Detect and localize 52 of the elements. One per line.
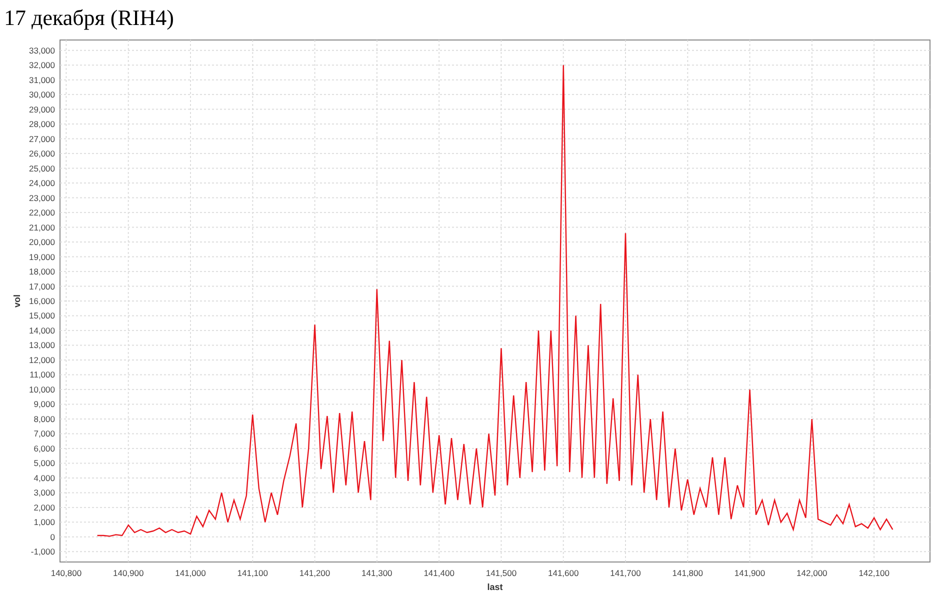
- y-tick-label: -1,000: [30, 546, 55, 557]
- y-tick-label: 6,000: [34, 443, 55, 454]
- x-tick-label: 142,000: [796, 568, 828, 578]
- x-tick-label: 141,100: [237, 568, 268, 578]
- x-tick-label: 141,200: [299, 568, 330, 578]
- y-tick-label: 30,000: [29, 90, 55, 100]
- y-tick-label: 15,000: [29, 310, 55, 321]
- x-tick-label: 141,800: [672, 568, 703, 578]
- y-tick-label: 4,000: [34, 472, 55, 483]
- y-tick-label: 25,000: [29, 163, 55, 174]
- y-tick-label: 18,000: [29, 266, 55, 276]
- y-tick-label: 33,000: [29, 45, 55, 56]
- y-tick-label: 1,000: [34, 517, 55, 528]
- y-tick-label: 26,000: [29, 148, 55, 159]
- y-tick-label: 17,000: [29, 281, 55, 292]
- y-tick-label: 7,000: [34, 428, 55, 439]
- x-tick-label: 141,900: [734, 568, 766, 578]
- y-tick-label: 24,000: [29, 178, 55, 188]
- x-tick-label: 141,400: [424, 568, 454, 578]
- x-tick-label: 141,700: [610, 568, 641, 578]
- y-tick-label: 14,000: [29, 326, 55, 336]
- y-tick-label: 11,000: [30, 370, 55, 380]
- y-tick-label: 29,000: [29, 104, 55, 114]
- y-tick-label: 22,000: [29, 208, 55, 218]
- chart-title: 17 декабря (RIH4): [3, 4, 175, 32]
- y-tick-label: 28,000: [29, 119, 55, 130]
- x-tick-label: 142,100: [858, 568, 890, 578]
- y-tick-label: 21,000: [29, 222, 55, 232]
- y-tick-label: 9,000: [34, 399, 55, 410]
- y-tick-label: 2,000: [34, 502, 55, 512]
- y-tick-label: 23,000: [29, 192, 55, 203]
- y-tick-label: 0: [50, 532, 55, 542]
- y-tick-label: 3,000: [34, 488, 55, 498]
- y-tick-label: 12,000: [29, 354, 55, 365]
- x-tick-label: 141,500: [486, 568, 517, 578]
- x-axis-label: last: [487, 582, 503, 592]
- x-tick-label: 140,900: [113, 568, 144, 578]
- y-tick-label: 27,000: [29, 134, 55, 144]
- y-tick-label: 19,000: [29, 252, 55, 262]
- y-tick-label: 31,000: [29, 74, 55, 85]
- x-tick-label: 140,800: [50, 568, 82, 578]
- y-tick-label: 10,000: [29, 384, 55, 394]
- x-tick-label: 141,600: [548, 568, 579, 578]
- y-axis-label: vol: [12, 294, 22, 308]
- y-tick-label: 32,000: [29, 60, 55, 70]
- x-tick-label: 141,000: [175, 568, 206, 578]
- y-tick-label: 20,000: [29, 237, 55, 248]
- x-tick-label: 141,300: [362, 568, 392, 578]
- y-tick-label: 8,000: [34, 414, 55, 424]
- y-tick-label: 5,000: [34, 458, 55, 468]
- y-tick-label: 16,000: [29, 296, 55, 306]
- y-tick-label: 13,000: [29, 340, 55, 350]
